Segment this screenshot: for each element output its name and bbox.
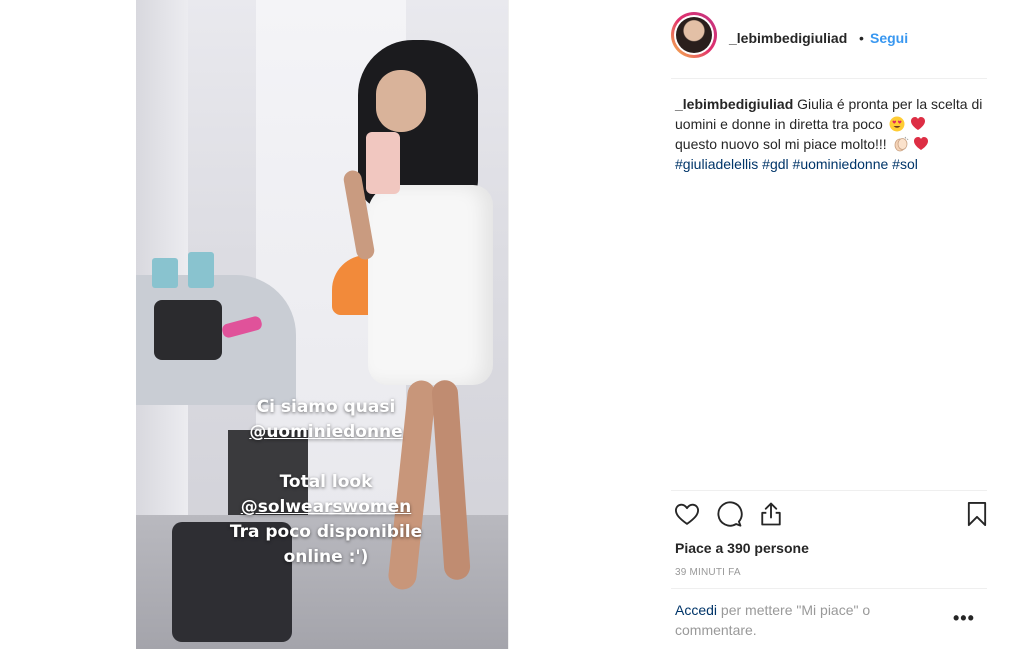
person-dress: [368, 185, 493, 385]
overlay-mention: @uominiedonne: [249, 422, 403, 442]
save-button[interactable]: [963, 500, 993, 530]
follow-button[interactable]: Segui: [870, 30, 908, 46]
likes-count[interactable]: Piace a 390 persone: [675, 540, 809, 556]
bookmark-icon: [967, 501, 987, 527]
overlay-line: online :'): [283, 547, 369, 567]
heart-eyes-emoji-icon: [889, 116, 905, 132]
photo-cup: [152, 258, 178, 288]
header-separator: •: [859, 30, 864, 46]
divider: [671, 78, 987, 79]
caption-username[interactable]: _lebimbedigiuliad: [675, 96, 793, 112]
post-timestamp[interactable]: 39 MINUTI FA: [675, 567, 741, 578]
divider: [671, 588, 987, 589]
login-link[interactable]: Accedi: [675, 602, 717, 618]
header-username[interactable]: _lebimbedigiuliad: [729, 30, 847, 46]
login-prompt: Accedi per mettere "Mi piace" o commenta…: [675, 600, 915, 640]
hashtag-link[interactable]: #sol: [892, 156, 918, 172]
overlay-line: Total look: [279, 472, 373, 492]
photo-bag: [154, 300, 222, 360]
post-caption: _lebimbedigiuliad Giulia é pronta per la…: [675, 94, 993, 174]
person-phone: [366, 132, 400, 194]
overlay-line: Ci siamo quasi: [256, 397, 396, 417]
post-side-panel: _lebimbedigiuliad • Segui _lebimbedigiul…: [508, 0, 1007, 649]
hashtag-link[interactable]: #giuliadelellis: [675, 156, 758, 172]
share-icon: [761, 502, 781, 526]
person-face: [376, 70, 426, 132]
red-heart-emoji-icon: [910, 117, 925, 130]
divider: [671, 490, 987, 491]
action-bar: [673, 500, 993, 532]
comment-icon: [717, 501, 743, 527]
more-options-button[interactable]: •••: [953, 608, 979, 628]
heart-icon: [674, 503, 700, 525]
clapping-hands-emoji-icon: [894, 136, 908, 152]
overlay-line: Tra poco disponibile: [229, 522, 423, 542]
share-button[interactable]: [757, 500, 787, 530]
hashtag-link[interactable]: #gdl: [762, 156, 788, 172]
caption-text: questo nuovo sol mi piace molto!!!: [675, 136, 887, 152]
post-photo[interactable]: Ci siamo quasi @uominiedonne Total look …: [136, 0, 508, 649]
instagram-post: Ci siamo quasi @uominiedonne Total look …: [136, 0, 1006, 649]
hashtag-link[interactable]: #uominiedonne: [793, 156, 889, 172]
like-button[interactable]: [673, 500, 703, 530]
avatar[interactable]: [671, 12, 717, 58]
overlay-mention: @solwearswomen: [240, 497, 412, 517]
post-header: _lebimbedigiuliad • Segui: [509, 0, 1007, 78]
red-heart-emoji-icon: [914, 137, 929, 150]
story-overlay-text: Ci siamo quasi @uominiedonne Total look …: [166, 395, 486, 570]
comment-button[interactable]: [715, 500, 745, 530]
avatar-image: [676, 17, 712, 53]
photo-cup: [188, 252, 214, 288]
